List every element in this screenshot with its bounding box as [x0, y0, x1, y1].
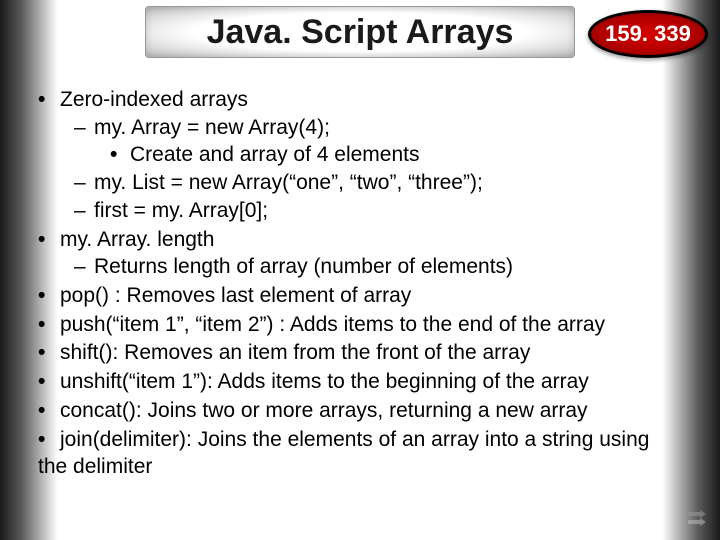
bullet-text: unshift(“item 1”): Adds items to the beg…: [60, 370, 589, 393]
list-item: concat(): Joins two or more arrays, retu…: [38, 397, 682, 425]
list-item: unshift(“item 1”): Adds items to the beg…: [38, 368, 682, 396]
list-item: Create and array of 4 elements: [110, 141, 682, 169]
bullet-text: Create and array of 4 elements: [130, 143, 420, 166]
bullet-text: my. Array = new Array(4);: [94, 116, 330, 139]
slide-header: Java. Script Arrays 159. 339: [0, 0, 720, 72]
list-item: my. List = new Array(“one”, “two”, “thre…: [74, 169, 682, 197]
list-item: join(delimiter): Joins the elements of a…: [38, 426, 682, 481]
list-item: Zero-indexed arrays my. Array = new Arra…: [38, 86, 682, 225]
slide-title: Java. Script Arrays: [207, 13, 514, 52]
bullet-text: concat(): Joins two or more arrays, retu…: [60, 399, 588, 422]
list-item: my. Array = new Array(4); Create and arr…: [74, 114, 682, 169]
bullet-text: first = my. Array[0];: [94, 199, 268, 222]
course-badge: 159. 339: [588, 10, 708, 58]
bullet-text: push(“item 1”, “item 2”) : Adds items to…: [60, 313, 605, 336]
bullet-text: join(delimiter): Joins the elements of a…: [38, 428, 649, 479]
bullet-text: Returns length of array (number of eleme…: [94, 255, 513, 278]
list-item: my. Array. length Returns length of arra…: [38, 226, 682, 281]
slide: Java. Script Arrays 159. 339 Zero-indexe…: [0, 0, 720, 540]
bullet-text: my. Array. length: [60, 228, 214, 251]
title-banner: Java. Script Arrays: [145, 6, 575, 58]
slide-content: Zero-indexed arrays my. Array = new Arra…: [0, 72, 720, 481]
badge-text: 159. 339: [605, 21, 691, 47]
bullet-list: Zero-indexed arrays my. Array = new Arra…: [38, 86, 682, 481]
bullet-text: pop() : Removes last element of array: [60, 284, 411, 307]
next-slide-icon[interactable]: [686, 510, 706, 526]
bullet-text: my. List = new Array(“one”, “two”, “thre…: [94, 171, 483, 194]
list-item: shift(): Removes an item from the front …: [38, 339, 682, 367]
bullet-text: shift(): Removes an item from the front …: [60, 341, 530, 364]
list-item: push(“item 1”, “item 2”) : Adds items to…: [38, 311, 682, 339]
list-item: first = my. Array[0];: [74, 197, 682, 225]
list-item: pop() : Removes last element of array: [38, 282, 682, 310]
bullet-text: Zero-indexed arrays: [60, 88, 248, 111]
list-item: Returns length of array (number of eleme…: [74, 253, 682, 281]
